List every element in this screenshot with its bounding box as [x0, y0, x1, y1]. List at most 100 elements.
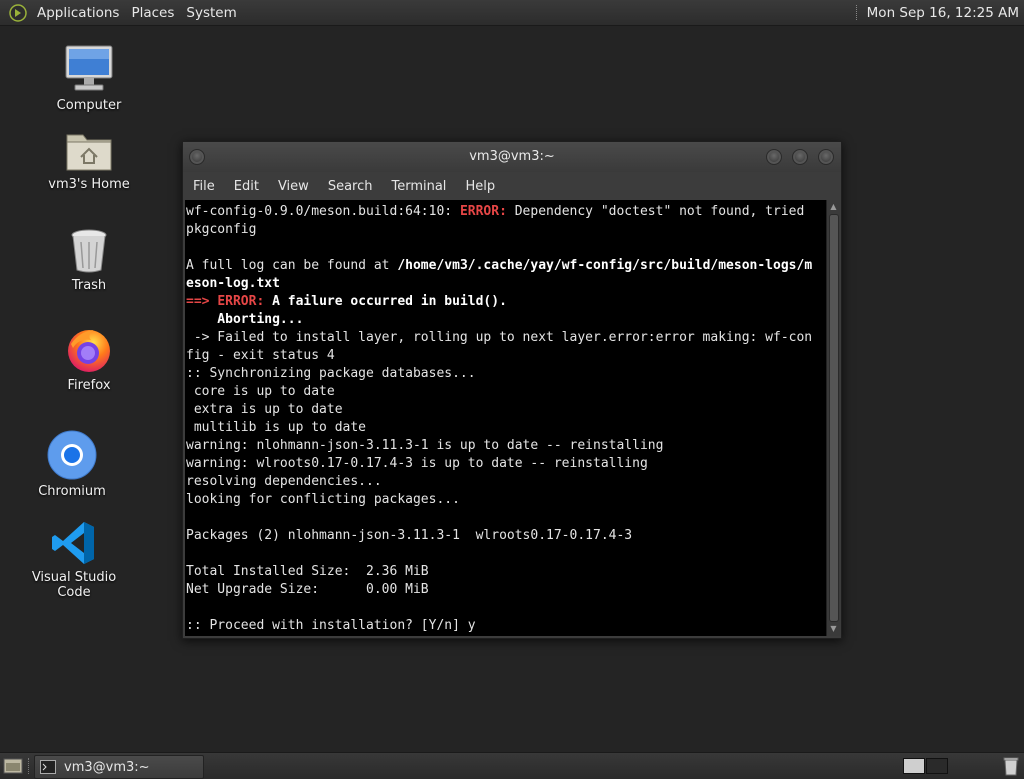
terminal-menubar: File Edit View Search Terminal Help [183, 172, 841, 200]
terminal-output[interactable]: wf-config-0.9.0/meson.build:64:10: ERROR… [185, 200, 826, 636]
terminal-line: :: Synchronizing package databases... [186, 365, 826, 383]
terminal-line: :: Proceed with installation? [Y/n] y [186, 617, 826, 635]
taskbar-terminal-button[interactable]: vm3@vm3:~ [34, 755, 204, 779]
firefox-icon [68, 330, 110, 372]
terminal-text-segment: resolving dependencies... [186, 474, 382, 489]
terminal-line: extra is up to date [186, 401, 826, 419]
vscode-icon [52, 522, 94, 564]
terminal-text-segment: Packages (2) nlohmann-json-3.11.3-1 wlro… [186, 528, 633, 543]
terminal-text-segment: Net Upgrade Size: 0.00 MiB [186, 582, 429, 597]
desktop-icon-label: Trash [71, 278, 107, 293]
terminal-text-segment: extra is up to date [186, 402, 343, 417]
window-titlebar[interactable]: vm3@vm3:~ [183, 142, 841, 172]
chromium-icon [47, 430, 97, 480]
terminal-text-segment: warning: nlohmann-json-3.11.3-1 is up to… [186, 438, 664, 453]
clock[interactable]: Mon Sep 16, 12:25 AM [867, 5, 1019, 21]
terminal-text-segment: multilib is up to date [186, 420, 367, 435]
terminal-text-segment: fig - exit status 4 [186, 348, 335, 363]
terminal-text-segment: ERROR: [459, 204, 507, 219]
terminal-window[interactable]: vm3@vm3:~ File Edit View Search Terminal… [182, 141, 842, 639]
terminal-text-segment: A full log can be found at [186, 258, 398, 273]
terminal-text-segment: /home/vm3/.cache/yay/wf-config/src/build… [397, 258, 813, 273]
workspace-2[interactable] [926, 758, 948, 774]
desktop-icon-chromium[interactable]: Chromium [12, 430, 132, 499]
terminal-text-segment: warning: wlroots0.17-0.17.4-3 is up to d… [186, 456, 648, 471]
terminal-text-segment: Aborting... [186, 312, 304, 327]
desktop-icon-label: Computer [56, 98, 122, 113]
menu-terminal[interactable]: Terminal [381, 179, 455, 194]
trash-icon [71, 229, 107, 273]
terminal-line: looking for conflicting packages... [186, 491, 826, 509]
terminal-line: warning: wlroots0.17-0.17.4-3 is up to d… [186, 455, 826, 473]
show-desktop-icon[interactable] [3, 758, 23, 774]
workspace-1[interactable] [903, 758, 925, 774]
menu-edit[interactable]: Edit [224, 179, 268, 194]
terminal-text-segment: -> Failed to install layer, rolling up t… [186, 330, 813, 345]
terminal-line: Net Upgrade Size: 0.00 MiB [186, 581, 826, 599]
terminal-text-segment: Total Installed Size: 2.36 MiB [186, 564, 429, 579]
scroll-down-icon[interactable]: ▼ [827, 623, 840, 635]
terminal-line: Aborting... [186, 311, 826, 329]
scroll-up-icon[interactable]: ▲ [827, 201, 840, 213]
terminal-text-segment: core is up to date [186, 384, 335, 399]
taskbar-label: vm3@vm3:~ [64, 759, 150, 775]
desktop-icon-home[interactable]: vm3's Home [29, 127, 149, 192]
gnome-foot-icon [9, 3, 27, 22]
desktop-icon-computer[interactable]: Computer [29, 44, 149, 113]
trash-applet-icon[interactable] [1003, 756, 1019, 776]
terminal-text-segment: wf-config-0.9.0/meson.build:64:10: [186, 204, 460, 219]
places-menu[interactable]: Places [127, 5, 182, 21]
desktop-icon-trash[interactable]: Trash [29, 228, 149, 293]
desktop-icon-label: Visual Studio Code [31, 570, 117, 600]
panel-separator [28, 758, 31, 774]
terminal-line: eson-log.txt [186, 275, 826, 293]
terminal-text-segment: :: Proceed with installation? [Y/n] y [186, 618, 476, 633]
terminal-line: A full log can be found at /home/vm3/.ca… [186, 257, 826, 275]
terminal-text-segment: Dependency "doctest" not found, tried [506, 204, 805, 219]
desktop-icon-firefox[interactable]: Firefox [29, 326, 149, 393]
bottom-panel: vm3@vm3:~ [0, 752, 1024, 779]
home-folder-icon [66, 134, 112, 171]
desktop-icon-vscode[interactable]: Visual Studio Code [14, 520, 134, 600]
computer-icon [65, 45, 113, 91]
terminal-text-segment: A failure occurred in build(). [264, 294, 507, 309]
terminal-line: Packages (2) nlohmann-json-3.11.3-1 wlro… [186, 527, 826, 545]
terminal-line: fig - exit status 4 [186, 347, 826, 365]
applications-menu[interactable]: Applications [33, 5, 127, 21]
terminal-line: core is up to date [186, 383, 826, 401]
terminal-text-segment: :: Synchronizing package databases... [186, 366, 476, 381]
terminal-line: resolving dependencies... [186, 473, 826, 491]
terminal-text-segment: eson-log.txt [186, 276, 280, 291]
terminal-line: -> Failed to install layer, rolling up t… [186, 329, 826, 347]
terminal-text-segment: looking for conflicting packages... [186, 492, 460, 507]
menu-view[interactable]: View [268, 179, 318, 194]
minimize-button[interactable] [766, 149, 782, 165]
terminal-lines: wf-config-0.9.0/meson.build:64:10: ERROR… [185, 200, 826, 635]
terminal-line: warning: nlohmann-json-3.11.3-1 is up to… [186, 437, 826, 455]
terminal-text-segment: ==> [186, 294, 218, 309]
top-panel: Applications Places System Mon Sep 16, 1… [0, 0, 1024, 26]
desktop-icon-label: Chromium [38, 484, 106, 499]
terminal-line: ==> ERROR: A failure occurred in build()… [186, 293, 826, 311]
scrollbar-thumb[interactable] [829, 214, 839, 622]
terminal-line: pkgconfig [186, 221, 826, 239]
panel-separator [855, 5, 859, 20]
system-menu[interactable]: System [182, 5, 244, 21]
terminal-text-segment: pkgconfig [186, 222, 257, 237]
terminal-icon [40, 760, 56, 774]
terminal-line: Total Installed Size: 2.36 MiB [186, 563, 826, 581]
terminal-scrollbar[interactable]: ▲ ▼ [826, 200, 840, 636]
terminal-text-segment: ERROR: [217, 294, 265, 309]
menu-help[interactable]: Help [455, 179, 504, 194]
close-button[interactable] [818, 149, 834, 165]
window-title: vm3@vm3:~ [469, 149, 555, 164]
menu-search[interactable]: Search [318, 179, 382, 194]
terminal-line: wf-config-0.9.0/meson.build:64:10: ERROR… [186, 203, 826, 221]
desktop-icon-label: vm3's Home [48, 177, 130, 192]
maximize-button[interactable] [792, 149, 808, 165]
desktop-icon-label: Firefox [67, 378, 111, 393]
menu-file[interactable]: File [183, 179, 224, 194]
